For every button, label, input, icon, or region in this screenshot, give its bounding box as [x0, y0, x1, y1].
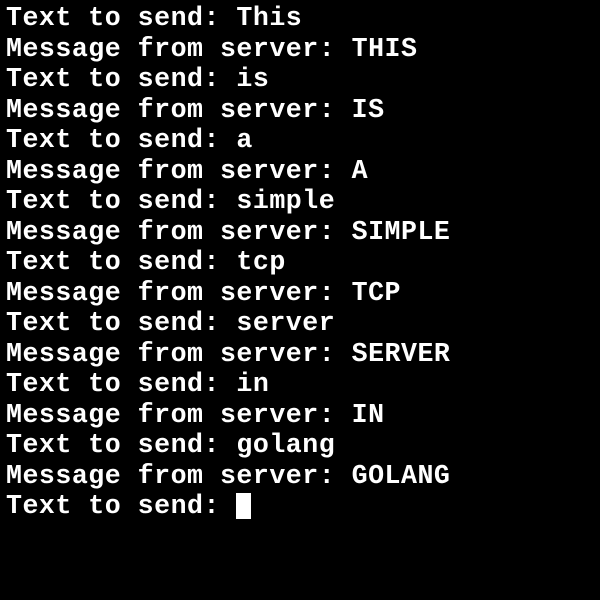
response-line: Message from server: SIMPLE	[6, 217, 600, 248]
prompt-line: Text to send: golang	[6, 430, 600, 461]
response-line: Message from server: IS	[6, 95, 600, 126]
response-line: Message from server: SERVER	[6, 339, 600, 370]
cursor	[236, 493, 251, 519]
prompt-line: Text to send: simple	[6, 186, 600, 217]
prompt-line: Text to send: in	[6, 369, 600, 400]
terminal-output: Text to send: ThisMessage from server: T…	[6, 3, 600, 522]
response-line: Message from server: A	[6, 156, 600, 187]
response-line: Message from server: GOLANG	[6, 461, 600, 492]
prompt-line: Text to send: a	[6, 125, 600, 156]
prompt-line: Text to send: is	[6, 64, 600, 95]
prompt-line: Text to send: tcp	[6, 247, 600, 278]
response-line: Message from server: TCP	[6, 278, 600, 309]
prompt-label: Text to send:	[6, 491, 236, 521]
pending-prompt[interactable]: Text to send:	[6, 491, 600, 522]
prompt-line: Text to send: This	[6, 3, 600, 34]
response-line: Message from server: IN	[6, 400, 600, 431]
prompt-line: Text to send: server	[6, 308, 600, 339]
response-line: Message from server: THIS	[6, 34, 600, 65]
